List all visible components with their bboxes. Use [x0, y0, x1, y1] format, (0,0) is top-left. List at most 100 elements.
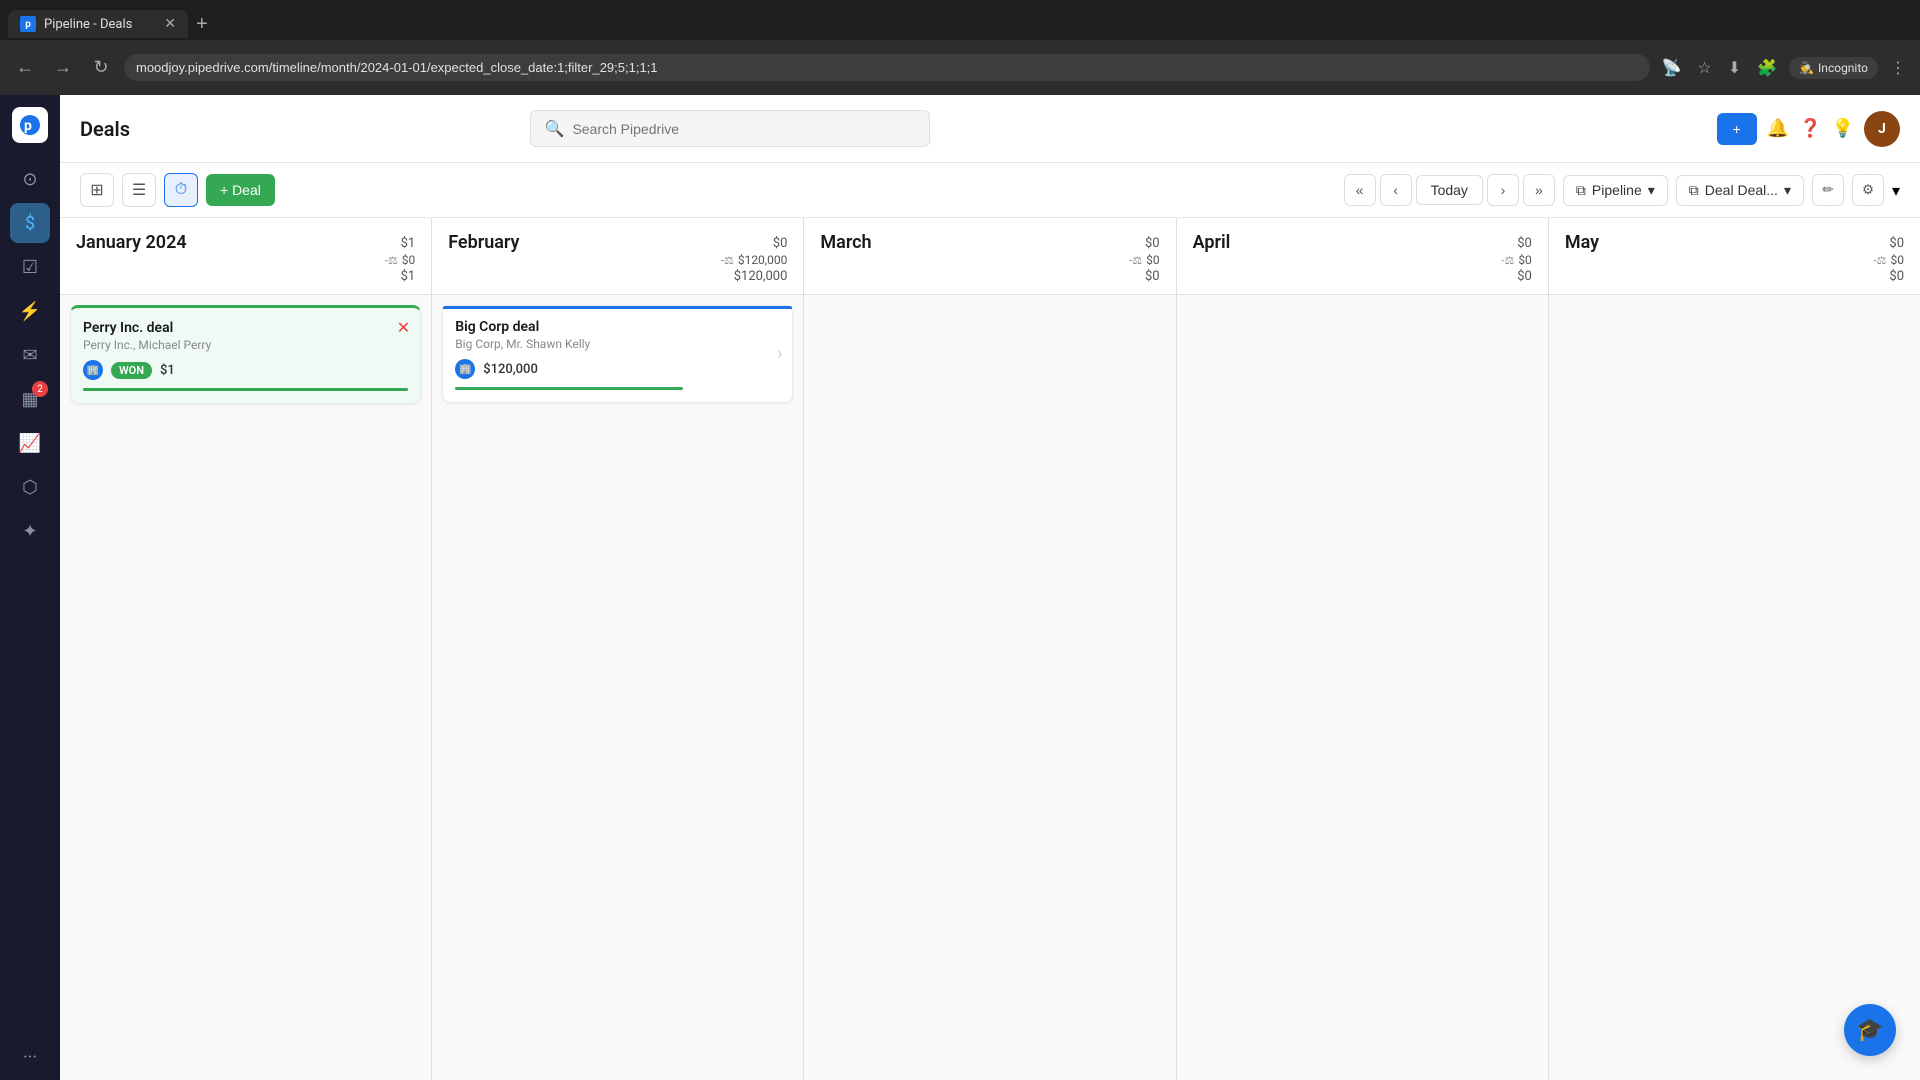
month-total-january: $1	[401, 236, 416, 251]
sidebar-item-calendar[interactable]: ▦ 2	[10, 379, 50, 419]
user-avatar[interactable]: J	[1864, 111, 1900, 147]
settings-button[interactable]: ⚙	[1852, 174, 1884, 206]
sidebar-item-insights[interactable]: 📈	[10, 423, 50, 463]
timeline-grid: January 2024 $1 -⚖ $0 $1	[60, 218, 1920, 1080]
timeline-view-button[interactable]: ⏱	[164, 173, 198, 207]
sidebar-more-button[interactable]: ···	[23, 1047, 37, 1068]
edit-button[interactable]: ✏	[1812, 174, 1844, 206]
filter-icon: ⧉	[1689, 182, 1699, 199]
address-bar[interactable]	[124, 54, 1650, 81]
deal-progress-bigcorp	[455, 387, 683, 390]
month-header-may: May $0 -⚖ $0 $0	[1549, 218, 1920, 295]
sidebar-item-mail[interactable]: ✉	[10, 335, 50, 375]
forward-button[interactable]: →	[48, 53, 78, 83]
refresh-button[interactable]: ↻	[86, 53, 116, 83]
add-deal-button[interactable]: + Deal	[206, 174, 275, 206]
month-header-inner-feb: February $0 -⚖ $120,000 $120,000	[448, 232, 787, 284]
help-icon[interactable]: ❓	[1799, 118, 1821, 139]
sidebar-item-leads[interactable]: ⚡	[10, 291, 50, 331]
tab-close-button[interactable]: ✕	[164, 16, 176, 32]
nav-next-button[interactable]: ›	[1487, 174, 1519, 206]
sidebar-item-integrations[interactable]: ✦	[10, 511, 50, 551]
deal-amount-bigcorp: $120,000	[483, 362, 538, 377]
app-logo[interactable]: p	[12, 107, 48, 143]
browser-tab-active[interactable]: p Pipeline - Deals ✕	[8, 10, 188, 38]
deal-top-bar-bigcorp	[443, 306, 792, 309]
month-header-inner-apr: April $0 -⚖ $0 $0	[1193, 232, 1532, 284]
bookmark-icon[interactable]: ☆	[1693, 54, 1715, 81]
deal-arrow-bigcorp: ›	[777, 344, 782, 365]
settings-icon[interactable]: 💡	[1832, 118, 1854, 139]
global-add-button[interactable]: +	[1717, 113, 1757, 145]
header-icons: + 🔔 ❓ 💡 J	[1717, 111, 1900, 147]
nav-last-button[interactable]: »	[1523, 174, 1555, 206]
sidebar-item-activities[interactable]: ☑	[10, 247, 50, 287]
pipeline-dropdown[interactable]: ⧉ Pipeline ▾	[1563, 175, 1668, 206]
month-name-january: January 2024	[76, 232, 187, 253]
page-title: Deals	[80, 117, 130, 141]
weighted-mar: $0	[1146, 253, 1160, 267]
month-col-january: January 2024 $1 -⚖ $0 $1	[60, 218, 432, 1080]
month-body-april	[1177, 295, 1548, 795]
nav-first-button[interactable]: «	[1344, 174, 1376, 206]
month-total-may: $0	[1889, 236, 1904, 251]
won-badge-perry: WON	[111, 362, 152, 379]
month-stats-january: $1 -⚖ $0 $1	[385, 236, 415, 284]
deal-subtitle-perry: Perry Inc., Michael Perry	[83, 338, 408, 352]
deal-card-bigcorp[interactable]: Big Corp deal Big Corp, Mr. Shawn Kelly …	[442, 305, 793, 403]
list-view-button[interactable]: ☰	[122, 173, 156, 207]
month-body-may	[1549, 295, 1920, 795]
sidebar-item-home[interactable]: ⊙	[10, 159, 50, 199]
month-stats-march: $0 -⚖ $0 $0	[1129, 236, 1159, 284]
notifications-icon[interactable]: 🔔	[1767, 118, 1789, 139]
extension-icon[interactable]: 🧩	[1753, 54, 1781, 81]
today-button[interactable]: Today	[1416, 175, 1483, 205]
stat-row-weighted-feb: -⚖ $120,000	[721, 253, 787, 267]
open-mar: $0	[1145, 269, 1160, 284]
stat-row-weighted-mar: -⚖ $0	[1129, 253, 1159, 267]
timeline: January 2024 $1 -⚖ $0 $1	[60, 218, 1920, 1080]
weighted-feb: $120,000	[738, 253, 788, 267]
sidebar-item-products[interactable]: ⬡	[10, 467, 50, 507]
cast-icon[interactable]: 📡	[1658, 54, 1686, 81]
chat-fab-button[interactable]: 🎓	[1844, 1004, 1896, 1056]
back-button[interactable]: ←	[10, 53, 40, 83]
browser-tabs: p Pipeline - Deals ✕ +	[0, 0, 1920, 40]
deal-filter-dropdown[interactable]: ⧉ Deal Deal... ▾	[1676, 175, 1804, 206]
month-body-march	[804, 295, 1175, 795]
deal-card-perry[interactable]: ✕ Perry Inc. deal Perry Inc., Michael Pe…	[70, 305, 421, 404]
month-header-april: April $0 -⚖ $0 $0	[1177, 218, 1548, 295]
kanban-view-button[interactable]: ⊞	[80, 173, 114, 207]
stat-row-weighted-may: -⚖ $0	[1874, 253, 1904, 267]
menu-icon[interactable]: ⋮	[1886, 54, 1910, 81]
nav-prev-button[interactable]: ‹	[1380, 174, 1412, 206]
month-total-april: $0	[1517, 236, 1532, 251]
new-tab-button[interactable]: +	[188, 13, 216, 36]
deal-title-bigcorp: Big Corp deal	[455, 319, 780, 335]
balance-icon-apr: -⚖	[1501, 254, 1514, 267]
deal-close-button-perry[interactable]: ✕	[397, 318, 410, 337]
open-may: $0	[1889, 269, 1904, 284]
deal-subtitle-bigcorp: Big Corp, Mr. Shawn Kelly	[455, 337, 780, 351]
leads-icon: ⚡	[19, 301, 41, 322]
month-name-february: February	[448, 232, 519, 253]
month-total-february: $0	[773, 236, 788, 251]
balance-icon-mar: -⚖	[1129, 254, 1142, 267]
search-input[interactable]	[572, 121, 914, 137]
search-bar[interactable]: 🔍	[530, 110, 930, 147]
month-header-january: January 2024 $1 -⚖ $0 $1	[60, 218, 431, 295]
view-options-chevron-icon[interactable]: ▾	[1892, 181, 1900, 200]
download-icon[interactable]: ⬇	[1724, 54, 1745, 81]
app-header: Deals 🔍 + 🔔 ❓ 💡 J	[60, 95, 1920, 163]
integrations-icon: ✦	[22, 521, 37, 542]
activities-icon: ☑	[22, 257, 38, 278]
month-col-march: March $0 -⚖ $0 $0	[804, 218, 1176, 1080]
month-header-inner: January 2024 $1 -⚖ $0 $1	[76, 232, 415, 284]
stat-row-weighted-jan: -⚖ $0	[385, 253, 415, 267]
incognito-icon: 🕵	[1799, 61, 1814, 75]
balance-icon: -⚖	[385, 254, 398, 267]
sidebar-item-deals[interactable]: $	[10, 203, 50, 243]
weighted-apr: $0	[1518, 253, 1532, 267]
deal-org-icon-bigcorp: 🏢	[455, 359, 475, 379]
sidebar: p ⊙ $ ☑ ⚡ ✉ ▦ 2 📈 ⬡ ✦ ···	[0, 95, 60, 1080]
